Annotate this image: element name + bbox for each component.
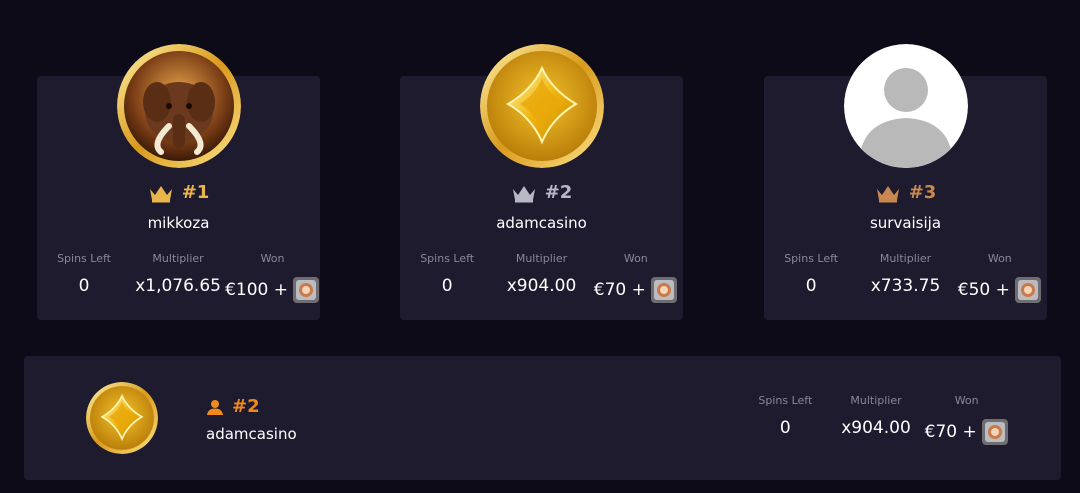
won-value-row: €100 + bbox=[225, 276, 320, 304]
leaderboard-card-3: #3 survaisija Spins Left 0 Multiplier x7… bbox=[764, 44, 1047, 320]
username: adamcasino bbox=[496, 214, 587, 232]
spins-left-label: Spins Left bbox=[784, 252, 839, 265]
won-stat: Won €100 + bbox=[225, 252, 320, 304]
prize-chip-icon bbox=[1014, 277, 1041, 303]
won-stat: Won €70 + bbox=[589, 252, 683, 304]
multiplier-label: Multiplier bbox=[152, 252, 204, 265]
current-user-stats: Spins Left 0 Multiplier x904.00 Won €70 … bbox=[740, 394, 1012, 446]
rank-number: #3 bbox=[908, 182, 937, 203]
stats-row: Spins Left 0 Multiplier x1,076.65 Won €1… bbox=[37, 252, 320, 304]
spins-left-value: 0 bbox=[441, 276, 453, 296]
multiplier-label: Multiplier bbox=[850, 394, 902, 407]
multiplier-label: Multiplier bbox=[515, 252, 568, 265]
multiplier-label: Multiplier bbox=[879, 252, 932, 265]
rank-label: #1 bbox=[37, 182, 320, 203]
gold-crown-icon bbox=[149, 185, 172, 202]
won-value-row: €50 + bbox=[953, 276, 1047, 304]
user-icon bbox=[207, 399, 223, 415]
won-value-row: €70 + bbox=[921, 418, 1012, 446]
username: survaisija bbox=[869, 214, 942, 232]
diamond-avatar bbox=[479, 44, 604, 168]
username: mikkoza bbox=[147, 214, 210, 232]
spins-left-label: Spins Left bbox=[758, 394, 813, 407]
multiplier-stat: Multiplier x1,076.65 bbox=[131, 252, 225, 304]
won-value: €100 + bbox=[225, 280, 289, 300]
spins-left-stat: Spins Left 0 bbox=[37, 252, 131, 304]
leaderboard-card-2: #2 adamcasino Spins Left 0 Multiplier x9… bbox=[400, 44, 683, 320]
won-stat: Won €70 + bbox=[921, 394, 1012, 446]
won-label: Won bbox=[623, 252, 648, 265]
spins-left-value: 0 bbox=[805, 276, 817, 296]
multiplier-value: x1,076.65 bbox=[135, 276, 221, 296]
stats-row: Spins Left 0 Multiplier x733.75 Won €50 … bbox=[764, 252, 1047, 304]
leaderboard-page: #1 mikkoza Spins Left 0 Multiplier x1,07… bbox=[0, 0, 1080, 493]
mammoth-avatar bbox=[116, 44, 241, 168]
default-user-avatar bbox=[843, 44, 968, 168]
won-stat: Won €50 + bbox=[953, 252, 1047, 304]
bronze-crown-icon bbox=[876, 185, 899, 202]
rank-label: #2 bbox=[400, 182, 683, 203]
multiplier-value: x904.00 bbox=[841, 418, 911, 438]
multiplier-stat: Multiplier x904.00 bbox=[831, 394, 922, 446]
prize-chip-icon bbox=[981, 419, 1008, 445]
won-value-row: €70 + bbox=[589, 276, 683, 304]
prize-chip-icon bbox=[650, 277, 677, 303]
stats-row: Spins Left 0 Multiplier x904.00 Won €70 … bbox=[400, 252, 683, 304]
spins-left-label: Spins Left bbox=[420, 252, 475, 265]
spins-left-value: 0 bbox=[78, 276, 90, 296]
leaderboard-card-1: #1 mikkoza Spins Left 0 Multiplier x1,07… bbox=[37, 44, 320, 320]
won-label: Won bbox=[954, 394, 979, 407]
rank-label: #3 bbox=[764, 182, 1047, 203]
multiplier-value: x904.00 bbox=[506, 276, 577, 296]
spins-left-label: Spins Left bbox=[57, 252, 111, 265]
diamond-avatar bbox=[86, 382, 158, 454]
multiplier-stat: Multiplier x904.00 bbox=[494, 252, 588, 304]
rank-number: #2 bbox=[544, 182, 573, 203]
won-value: €50 + bbox=[957, 280, 1010, 300]
spins-left-stat: Spins Left 0 bbox=[400, 252, 494, 304]
current-user-row: #2 adamcasino Spins Left 0 Multiplier x9… bbox=[24, 356, 1061, 480]
current-user-name: adamcasino bbox=[206, 425, 297, 443]
multiplier-stat: Multiplier x733.75 bbox=[858, 252, 952, 304]
rank-number: #1 bbox=[181, 182, 210, 203]
rank-number: #2 bbox=[232, 396, 260, 417]
won-value: €70 + bbox=[593, 280, 646, 300]
won-value: €70 + bbox=[924, 422, 977, 442]
spins-left-value: 0 bbox=[779, 418, 791, 438]
current-user-rank: #2 bbox=[206, 396, 260, 417]
spins-left-stat: Spins Left 0 bbox=[764, 252, 858, 304]
prize-chip-icon bbox=[293, 277, 320, 303]
won-label: Won bbox=[987, 252, 1012, 265]
spins-left-stat: Spins Left 0 bbox=[740, 394, 831, 446]
silver-crown-icon bbox=[512, 185, 535, 202]
multiplier-value: x733.75 bbox=[870, 276, 941, 296]
won-label: Won bbox=[260, 252, 285, 265]
